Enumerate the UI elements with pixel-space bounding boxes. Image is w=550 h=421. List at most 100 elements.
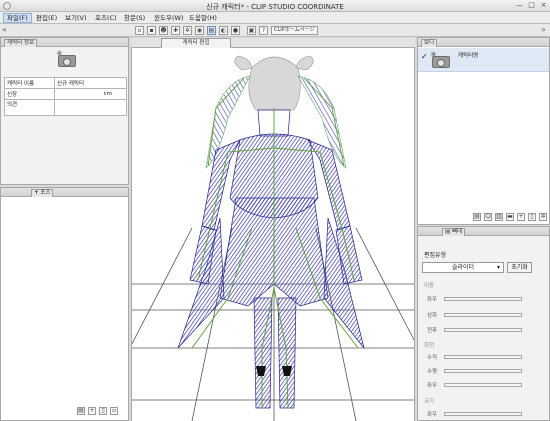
menu-view[interactable]: 보기(V) — [62, 13, 89, 23]
gear-icon[interactable]: ✲ — [183, 26, 192, 35]
title-bar: 신규 캐릭터* - CLIP STUDIO COORDINATE — □ × — [0, 0, 550, 12]
tab-character-info[interactable]: 캐릭터 정보 — [4, 39, 38, 47]
slider-label: 좌우 — [427, 412, 438, 418]
menu-file[interactable]: 파일(F) — [3, 13, 32, 23]
slider-move-fb[interactable]: 전후 — [422, 325, 542, 335]
slider-track[interactable] — [444, 313, 522, 317]
panel-header — [418, 227, 549, 236]
panel-header — [1, 188, 128, 197]
maximize-button[interactable]: □ — [527, 1, 536, 10]
copy-icon[interactable]: ▯ — [99, 407, 107, 415]
tab-bone[interactable]: ▤ 뼈대 — [442, 228, 466, 236]
minimize-button[interactable]: — — [515, 1, 524, 10]
collapse-right-icon[interactable]: » — [541, 25, 546, 34]
mode-select[interactable]: 슬라이더 ▾ — [422, 262, 504, 273]
table-row: 의견 — [4, 99, 127, 116]
pose-icon[interactable]: ✚ — [171, 26, 180, 35]
delete-icon[interactable]: ▫ — [110, 407, 118, 415]
copy-icon[interactable]: ▯ — [528, 213, 536, 221]
slider-scale-lr[interactable]: 좌우 — [422, 409, 542, 419]
character-name-field[interactable]: 신규 캐릭터 — [54, 77, 127, 89]
slider-rotate-h[interactable]: 수평 — [422, 366, 542, 376]
table-row: 캐릭터 이름 신규 캐릭터 — [4, 77, 127, 89]
panel-header — [418, 38, 549, 47]
wireframe-icon[interactable]: ▤ — [207, 26, 216, 35]
character-info-panel: 캐릭터 정보 ✳ 캐릭터 이름 신규 캐릭터 신장 cm 의견 — [0, 37, 129, 185]
print-icon[interactable]: ▤ — [473, 213, 481, 221]
list-item[interactable]: ✓ ✳ 캐릭터명 — [418, 48, 549, 72]
slider-label: 상하 — [427, 313, 438, 319]
open-icon[interactable]: ▪ — [147, 26, 156, 35]
checkmark-icon[interactable]: ✓ — [421, 52, 428, 61]
person-icon[interactable]: ☺ — [484, 213, 492, 221]
slider-track[interactable] — [444, 412, 522, 416]
slider-move-lr[interactable]: 좌우 — [422, 294, 542, 304]
gear-icon[interactable]: ✲ — [539, 213, 547, 221]
character-thumbnail-icon: ✳ — [56, 50, 78, 68]
slider-track[interactable] — [444, 328, 522, 332]
slider-rotate-v[interactable]: 수직 — [422, 352, 542, 362]
character-info-table: 캐릭터 이름 신규 캐릭터 신장 cm 의견 — [4, 77, 127, 116]
slider-label: 수직 — [427, 355, 438, 361]
slider-label: 전후 — [427, 328, 438, 334]
pose-panel: ✝ 포즈 ▤ + ▯ ▫ — [0, 187, 129, 421]
bone-icon: ▤ — [445, 229, 451, 235]
camera-icon[interactable]: ◉ — [195, 26, 204, 35]
menu-edit[interactable]: 편집(E) — [33, 13, 60, 23]
new-icon[interactable]: ▫ — [135, 26, 144, 35]
edit-mode-label: 편집유형 — [424, 252, 447, 259]
height-field[interactable]: cm — [54, 88, 127, 100]
slider-label: 좌우 — [427, 383, 438, 389]
slider-track[interactable] — [444, 355, 522, 359]
comment-field[interactable] — [54, 99, 127, 116]
sphere-icon[interactable]: ● — [231, 26, 240, 35]
character-icon[interactable]: ☻ — [159, 26, 168, 35]
clip-homepage-button[interactable]: CLIPホームページ — [271, 26, 318, 35]
slider-track[interactable] — [444, 297, 522, 301]
help-icon[interactable]: ? — [259, 26, 268, 35]
menu-help[interactable]: 도움말(H) — [186, 13, 220, 23]
tab-pose[interactable]: ✝ 포즈 — [31, 189, 54, 197]
mode-select-value: 슬라이더 — [451, 264, 475, 271]
tab-label: 뼈대 — [451, 229, 463, 235]
person-icon: ✝ — [34, 190, 39, 196]
add-folder-icon[interactable]: ▤ — [77, 407, 85, 415]
folder-icon[interactable]: ▬ — [506, 213, 514, 221]
slider-move-ud[interactable]: 상하 — [422, 310, 542, 320]
section-title-move: 이동 — [424, 283, 435, 289]
3d-viewport[interactable] — [131, 48, 415, 421]
row-label: 신장 — [4, 88, 55, 100]
toolbar: « » ▫ ▪ ☻ ✚ ✲ ◉ ▤ ◐ ● ▣ ? CLIPホームページ — [0, 24, 550, 37]
shading-icon[interactable]: ◐ — [219, 26, 228, 35]
row-label: 캐릭터 이름 — [4, 77, 55, 89]
close-button[interactable]: × — [539, 1, 548, 10]
slider-label: 수평 — [427, 369, 438, 375]
add-icon[interactable]: + — [88, 407, 96, 415]
layer-icon[interactable]: ▥ — [495, 213, 503, 221]
character-thumbnail-icon: ✳ — [430, 51, 452, 69]
tab-label: 보디 — [424, 40, 435, 46]
body-panel: 보디 ✓ ✳ 캐릭터명 ▤ ☺ ▥ ▬ + ▯ ✲ — [417, 37, 550, 225]
tab-character-edit[interactable]: 캐릭터 편집 — [161, 38, 231, 48]
tab-body[interactable]: 보디 — [421, 39, 438, 47]
slider-rotate-lr[interactable]: 좌우 — [422, 380, 542, 390]
3d-model-view[interactable] — [132, 48, 415, 421]
collapse-left-icon[interactable]: « — [2, 25, 7, 34]
add-icon[interactable]: + — [517, 213, 525, 221]
table-row: 신장 cm — [4, 88, 127, 100]
canvas-tab-bar: 캐릭터 편집 — [131, 38, 415, 48]
tab-label: 포즈 — [40, 190, 51, 196]
section-title-rotate: 회전 — [424, 343, 435, 349]
slider-track[interactable] — [444, 369, 522, 373]
reset-button[interactable]: 초기화 — [507, 262, 532, 273]
menu-bar: 파일(F) 편집(E) 보기(V) 포즈(C) 창문(S) 윈도우(W) 도움말… — [0, 12, 550, 24]
menu-pose[interactable]: 포즈(C) — [92, 13, 120, 23]
slider-track[interactable] — [444, 383, 522, 387]
settings-icon[interactable]: ▣ — [247, 26, 256, 35]
tab-label: 캐릭터 정보 — [7, 40, 35, 46]
section-title-scale: 크기 — [424, 399, 435, 405]
row-label: 의견 — [4, 99, 55, 116]
menu-window[interactable]: 윈도우(W) — [151, 13, 186, 23]
character-name: 캐릭터명 — [458, 53, 479, 59]
menu-scene[interactable]: 창문(S) — [121, 13, 148, 23]
